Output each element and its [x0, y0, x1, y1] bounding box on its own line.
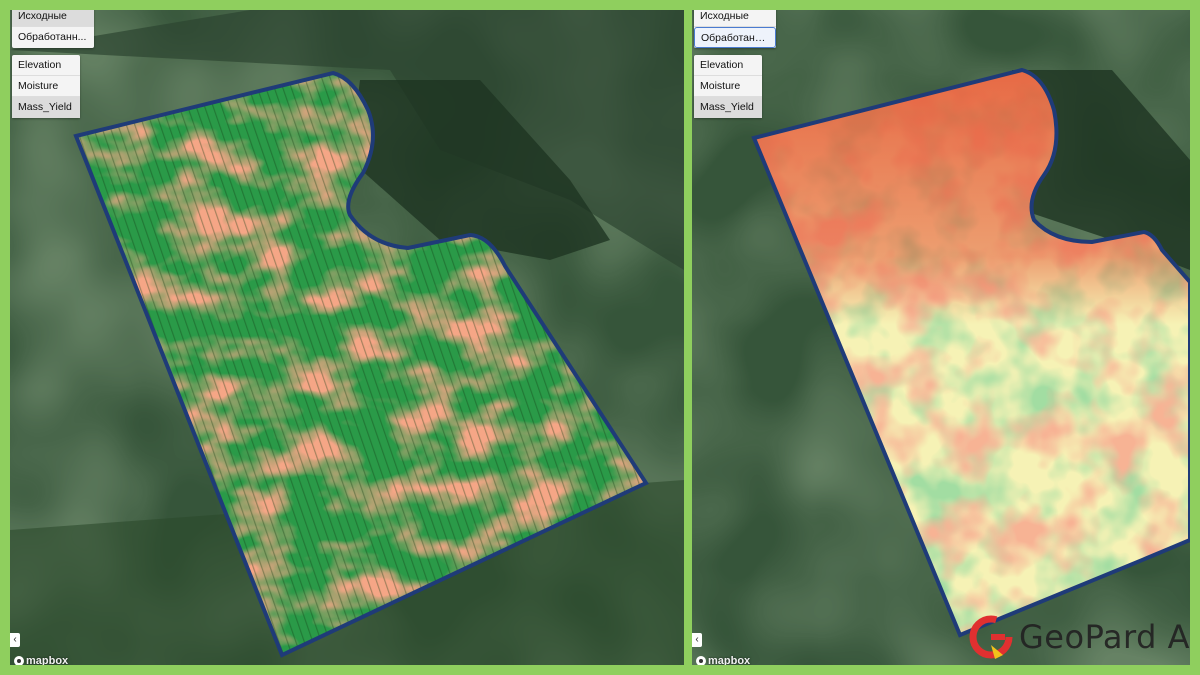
map-panel-processed[interactable]: Исходные Обработанн... Elevation Moistur…: [692, 10, 1190, 665]
layer-moisture-button[interactable]: Moisture: [694, 76, 762, 97]
layer-mass-yield-button[interactable]: Mass_Yield: [12, 97, 80, 118]
mapbox-logo-icon: [696, 656, 706, 665]
map-panel-original[interactable]: Исходные Обработанн... Elevation Moistur…: [10, 10, 684, 665]
mapbox-attribution[interactable]: mapbox: [696, 655, 750, 665]
layer-toggle-group: Elevation Moisture Mass_Yield: [12, 55, 80, 118]
geopard-logo-icon: [969, 615, 1013, 659]
geopard-brand-text: GeoPard A: [1019, 618, 1190, 656]
view-original-button[interactable]: Исходные: [694, 10, 776, 27]
mapbox-attribution[interactable]: mapbox: [14, 655, 68, 665]
layer-elevation-button[interactable]: Elevation: [694, 55, 762, 76]
mapbox-logo-icon: [14, 656, 24, 665]
layer-mass-yield-button[interactable]: Mass_Yield: [694, 97, 762, 118]
layer-elevation-button[interactable]: Elevation: [12, 55, 80, 76]
geopard-watermark: GeoPard A: [969, 615, 1190, 659]
satellite-map[interactable]: [692, 10, 1190, 665]
satellite-map[interactable]: [10, 10, 684, 665]
collapse-chevron-icon[interactable]: ‹: [692, 633, 702, 647]
view-original-button[interactable]: Исходные: [12, 10, 94, 27]
layer-toggle-group: Elevation Moisture Mass_Yield: [694, 55, 762, 118]
view-processed-button[interactable]: Обработанн...: [12, 27, 94, 48]
view-toggle-group: Исходные Обработанн...: [12, 10, 94, 48]
layer-moisture-button[interactable]: Moisture: [12, 76, 80, 97]
collapse-chevron-icon[interactable]: ‹: [10, 633, 20, 647]
view-processed-button[interactable]: Обработанн...: [694, 27, 776, 48]
view-toggle-group: Исходные Обработанн...: [694, 10, 776, 48]
mapbox-label: mapbox: [708, 655, 751, 665]
mapbox-label: mapbox: [26, 655, 69, 665]
